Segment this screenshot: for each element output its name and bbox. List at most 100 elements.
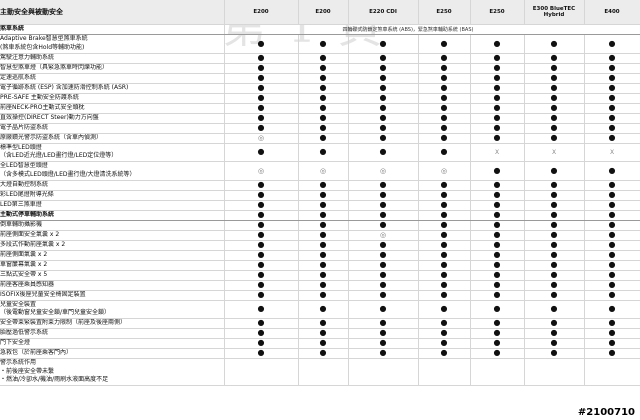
- standard-dot-icon: ●: [379, 147, 387, 156]
- feature-label: 前座側面氣囊 x 2: [0, 250, 225, 261]
- standard-dot-icon: ●: [550, 113, 558, 122]
- feature-label-line: PRE-SAFE 主動安全防護系統: [0, 93, 79, 101]
- table-row: 倒車輔助攝影機 ● ● ● ● ● ● ●: [0, 220, 640, 231]
- spec-cell: ●: [418, 93, 471, 104]
- spec-cell: ●: [524, 328, 585, 339]
- spec-cell: ●: [348, 180, 419, 191]
- optional-circle-icon: ◎: [257, 133, 265, 142]
- standard-dot-icon: ●: [257, 93, 265, 102]
- spec-cell: ●: [470, 113, 525, 124]
- spec-cell: ●: [584, 123, 640, 134]
- spec-cell: ●: [524, 73, 585, 84]
- spec-cell: ◎: [418, 161, 471, 181]
- spec-cell: ●: [418, 113, 471, 124]
- spec-cell: ●: [418, 83, 471, 94]
- table-row: 兒童安全裝置 （後電動窗兒童安全鎖/車門兒童安全鎖） ● ● ● ● ● ● ●: [0, 300, 640, 319]
- spec-cell: ●: [418, 290, 471, 301]
- standard-dot-icon: ●: [493, 103, 501, 112]
- table-row: ISOFIX後座兒童安全椅固定裝置 ● ● ● ● ● ● ●: [0, 290, 640, 301]
- feature-label-line: 智慧型煞車燈（具緊急煞車時閃爍功能）: [0, 63, 109, 71]
- feature-label-line: (煞車系統包含Hold等輔助功能): [0, 43, 85, 51]
- spec-cell: ●: [298, 63, 349, 74]
- feature-label: 大燈自動控制系統: [0, 180, 225, 191]
- spec-cell: ●: [524, 93, 585, 104]
- standard-dot-icon: ●: [379, 328, 387, 338]
- standard-dot-icon: ●: [379, 290, 387, 299]
- spec-cell: ●: [418, 190, 471, 201]
- table-row: 急救包（於前座乘客門內） ● ● ● ● ● ● ●: [0, 348, 640, 359]
- spec-cell: ●: [418, 143, 471, 162]
- standard-dot-icon: ●: [608, 290, 616, 299]
- feature-label-line: LED第三煞車燈: [0, 200, 42, 208]
- standard-dot-icon: ●: [608, 304, 616, 313]
- spec-cell: ●: [418, 73, 471, 84]
- spec-cell: ●: [298, 318, 349, 329]
- spec-cell: ●: [470, 300, 525, 319]
- spec-cell: ●: [470, 338, 525, 349]
- table-row: 主動式停車輔助系統 ● ● ● ● ● ● ●: [0, 210, 640, 221]
- table-row: 直效操控(DIRECT Steer)動力方向盤 ● ● ● ● ● ● ●: [0, 113, 640, 124]
- spec-cell: ●: [224, 190, 299, 201]
- feature-label: 三點式安全帶 x 5: [0, 270, 225, 281]
- spec-cell: ●: [418, 250, 471, 261]
- feature-label-line: 兒童安全裝置: [0, 300, 37, 308]
- standard-dot-icon: ●: [379, 348, 387, 358]
- feature-label-line: 門下安全燈: [0, 339, 31, 347]
- feature-label: LED第三煞車燈: [0, 200, 225, 211]
- standard-dot-icon: ●: [319, 328, 327, 338]
- feature-label-line: 全LED智慧型頭燈: [0, 162, 48, 170]
- standard-dot-icon: ●: [440, 83, 448, 92]
- standard-dot-icon: ●: [608, 73, 616, 82]
- spec-cell: ●: [418, 63, 471, 74]
- standard-dot-icon: ●: [608, 63, 616, 72]
- feature-label: 倒車輔助攝影機: [0, 220, 225, 231]
- standard-dot-icon: ●: [550, 83, 558, 92]
- standard-dot-icon: ●: [319, 280, 327, 289]
- feature-label: 胎壓過低警示系統: [0, 328, 225, 339]
- standard-dot-icon: ●: [319, 200, 327, 209]
- spec-cell: ●: [470, 270, 525, 281]
- standard-dot-icon: ●: [608, 260, 616, 269]
- spec-cell: ●: [348, 318, 419, 329]
- table-row: 煞車系統 四輪碟式防鎖定煞車系統 (ABS)，緊急煞車輔助系統 (BAS): [0, 24, 640, 35]
- spec-cell: ●: [524, 103, 585, 114]
- spec-cell: [224, 358, 299, 386]
- spec-cell: ●: [298, 73, 349, 84]
- spec-cell: ●: [470, 240, 525, 251]
- standard-dot-icon: ●: [319, 73, 327, 82]
- spec-cell: ●: [224, 103, 299, 114]
- standard-dot-icon: ●: [319, 220, 327, 229]
- feature-label-line: 倒車輔助攝影機: [0, 220, 43, 228]
- standard-dot-icon: ●: [493, 93, 501, 102]
- spec-cell: ●: [524, 220, 585, 231]
- spec-cell: ●: [348, 93, 419, 104]
- spec-cell: ●: [298, 348, 349, 359]
- standard-dot-icon: ●: [608, 53, 616, 62]
- standard-dot-icon: ●: [440, 304, 448, 313]
- spec-cell: ●: [348, 300, 419, 319]
- spec-cell: ●: [524, 230, 585, 241]
- spec-cell: ●: [298, 113, 349, 124]
- spec-cell: ●: [348, 270, 419, 281]
- optional-circle-icon: ◎: [319, 166, 327, 175]
- spec-cell: ●: [584, 133, 640, 144]
- optional-circle-icon: ◎: [440, 166, 448, 175]
- feature-label: 門下安全燈: [0, 338, 225, 349]
- standard-dot-icon: ●: [550, 210, 558, 219]
- standard-dot-icon: ●: [379, 338, 387, 348]
- spec-cell: ●: [584, 210, 640, 221]
- standard-dot-icon: ●: [550, 165, 558, 175]
- spec-cell: ●: [584, 103, 640, 114]
- spec-cell: ●: [584, 280, 640, 291]
- spec-cell: ●: [348, 280, 419, 291]
- standard-dot-icon: ●: [440, 318, 448, 328]
- standard-dot-icon: ●: [319, 133, 327, 142]
- spec-cell: ●: [584, 338, 640, 349]
- standard-dot-icon: ●: [319, 260, 327, 269]
- standard-dot-icon: ●: [379, 180, 387, 189]
- optional-circle-icon: ◎: [379, 230, 387, 239]
- spec-cell: ●: [418, 270, 471, 281]
- table-row: 安全帶束緊裝置附束力限制（前座及後座兩側） ● ● ● ● ● ● ●: [0, 318, 640, 329]
- spec-cell: ●: [584, 200, 640, 211]
- feature-label-line: ・前後座安全帶未繫: [0, 367, 55, 375]
